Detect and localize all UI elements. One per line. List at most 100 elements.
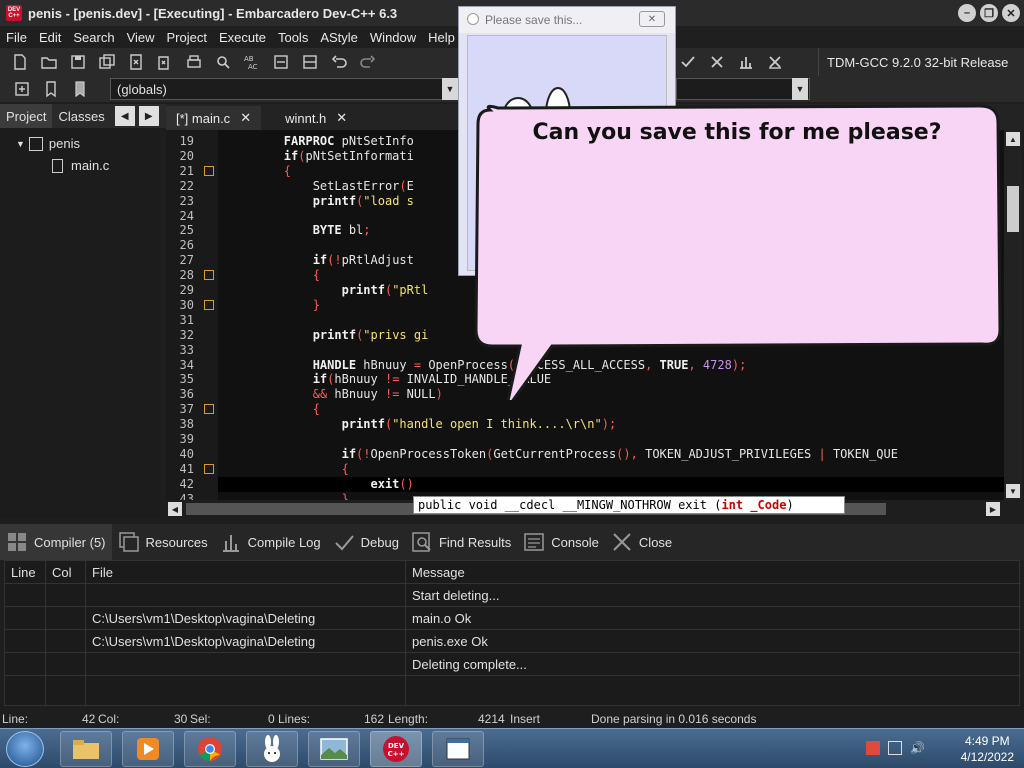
tab-debug[interactable]: Debug <box>327 524 405 560</box>
find-icon[interactable] <box>211 50 235 74</box>
code-line[interactable]: { <box>226 402 320 416</box>
tab-main-c[interactable]: [*] main.c ✕ <box>166 106 262 130</box>
menu-help[interactable]: Help <box>422 30 461 45</box>
fold-marker-icon[interactable] <box>204 404 214 415</box>
chevron-down-icon[interactable]: ▼ <box>442 78 458 100</box>
chevron-left-icon[interactable]: ◀ <box>114 106 135 126</box>
code-line[interactable]: BYTE bl; <box>226 223 371 237</box>
menu-tools[interactable]: Tools <box>272 30 314 45</box>
code-line[interactable]: printf("privs gi <box>226 328 429 342</box>
clock[interactable]: 4:49 PM 4/12/2022 <box>961 733 1014 765</box>
tab-find-results[interactable]: Find Results <box>405 524 517 560</box>
network-icon[interactable] <box>888 741 902 755</box>
code-line[interactable]: if(!OpenProcessToken(GetCurrentProcess()… <box>226 447 898 461</box>
minimize-button[interactable]: – <box>958 4 976 22</box>
code-line[interactable]: printf("handle open I think....\r\n"); <box>226 417 617 431</box>
close-all-icon[interactable] <box>153 50 177 74</box>
save-icon[interactable] <box>66 50 90 74</box>
code-line[interactable]: if(pNtSetInformati <box>226 149 414 163</box>
restore-button[interactable]: ❐ <box>980 4 998 22</box>
tab-project[interactable]: Project <box>0 104 53 128</box>
header-col[interactable]: Col <box>46 561 72 583</box>
scroll-left-icon[interactable]: ◀ <box>168 502 182 516</box>
code-line[interactable]: SetLastError(E <box>226 179 414 193</box>
save-all-icon[interactable] <box>95 50 119 74</box>
scroll-thumb[interactable] <box>1007 186 1019 232</box>
popup-title-bar[interactable]: Please save this... ✕ <box>459 7 675 33</box>
menu-astyle[interactable]: AStyle <box>314 30 364 45</box>
action-center-icon[interactable] <box>866 741 880 755</box>
windows-start-icon[interactable] <box>6 731 44 767</box>
close-file-icon[interactable] <box>124 50 148 74</box>
header-message[interactable]: Message <box>406 561 465 583</box>
print-icon[interactable] <box>182 50 206 74</box>
code-line[interactable]: printf("pRtl <box>226 283 429 297</box>
tree-item-file[interactable]: main.c <box>52 158 109 173</box>
scroll-down-icon[interactable]: ▼ <box>1006 484 1020 498</box>
redo-icon[interactable] <box>356 50 380 74</box>
close-icon[interactable]: ✕ <box>240 110 251 126</box>
table-row-file[interactable]: C:\Users\vm1\Desktop\vagina\Deleting <box>86 607 315 629</box>
insert-icon[interactable] <box>10 77 34 101</box>
menu-search[interactable]: Search <box>67 30 120 45</box>
new-file-icon[interactable] <box>8 50 32 74</box>
code-line[interactable]: } <box>226 492 349 500</box>
code-line[interactable]: { <box>226 164 291 178</box>
run-check-icon[interactable] <box>676 50 700 74</box>
devcpp-taskbar-icon[interactable]: DEV C++ <box>370 731 422 767</box>
goto-line-icon[interactable] <box>269 50 293 74</box>
table-row-message[interactable]: penis.exe Ok <box>406 630 488 652</box>
delete-profile-icon[interactable] <box>763 50 787 74</box>
scroll-right-icon[interactable]: ▶ <box>986 502 1000 516</box>
fold-marker-icon[interactable] <box>204 299 214 310</box>
code-line[interactable]: FARPROC pNtSetInfo <box>226 134 414 148</box>
code-line[interactable]: exit() <box>226 477 414 491</box>
expand-arrow-icon[interactable]: ▼ <box>16 139 25 149</box>
tab-close[interactable]: Close <box>605 524 678 560</box>
volume-icon[interactable]: 🔊 <box>910 741 925 757</box>
bookmark-icon[interactable] <box>39 77 63 101</box>
tree-item-project[interactable]: ▼ penis <box>16 136 80 151</box>
function-select[interactable] <box>676 78 810 100</box>
vertical-scrollbar[interactable]: ▲ ▼ <box>1004 130 1022 500</box>
scroll-up-icon[interactable]: ▲ <box>1006 132 1020 146</box>
tab-winnt-h[interactable]: winnt.h ✕ <box>261 106 357 130</box>
code-line[interactable]: { <box>226 268 320 282</box>
header-line[interactable]: Line <box>5 561 36 583</box>
tab-resources[interactable]: Resources <box>112 524 214 560</box>
chevron-down-icon[interactable]: ▼ <box>792 78 808 100</box>
fold-marker-icon[interactable] <box>204 165 214 176</box>
stop-icon[interactable] <box>705 50 729 74</box>
table-row-message[interactable]: Deleting complete... <box>406 653 527 675</box>
fold-marker-icon[interactable] <box>204 270 214 281</box>
tab-compile-log[interactable]: Compile Log <box>214 524 327 560</box>
replace-icon[interactable]: AB AC <box>240 50 264 74</box>
image-viewer-icon[interactable] <box>308 731 360 767</box>
code-line[interactable]: && hBnuuy != NULL) <box>226 387 443 401</box>
code-line[interactable]: if(!pRtlAdjust <box>226 253 414 267</box>
menu-file[interactable]: File <box>0 30 33 45</box>
code-line[interactable]: } <box>226 298 320 312</box>
close-icon[interactable]: ✕ <box>336 110 347 126</box>
table-row-file[interactable]: C:\Users\vm1\Desktop\vagina\Deleting <box>86 630 315 652</box>
bunny-app-icon[interactable] <box>246 731 298 767</box>
tab-classes[interactable]: Classes <box>52 104 110 128</box>
menu-execute[interactable]: Execute <box>213 30 272 45</box>
menu-view[interactable]: View <box>121 30 161 45</box>
profile-chart-icon[interactable] <box>734 50 758 74</box>
compiler-select[interactable]: TDM-GCC 9.2.0 32-bit Release <box>818 48 1024 76</box>
goto-bookmark-icon[interactable] <box>68 77 92 101</box>
open-folder-icon[interactable] <box>37 50 61 74</box>
popup-close-button[interactable]: ✕ <box>639 11 665 27</box>
table-row-message[interactable]: main.o Ok <box>406 607 471 629</box>
scope-select[interactable]: (globals) <box>110 78 458 100</box>
chevron-right-icon[interactable]: ▶ <box>138 106 159 126</box>
split-icon[interactable] <box>298 50 322 74</box>
header-file[interactable]: File <box>86 561 113 583</box>
menu-project[interactable]: Project <box>161 30 213 45</box>
close-window-button[interactable]: ✕ <box>1002 4 1020 22</box>
chrome-icon[interactable] <box>184 731 236 767</box>
tab-console[interactable]: Console <box>517 524 605 560</box>
window-app-icon[interactable] <box>432 731 484 767</box>
code-line[interactable]: { <box>226 462 349 476</box>
